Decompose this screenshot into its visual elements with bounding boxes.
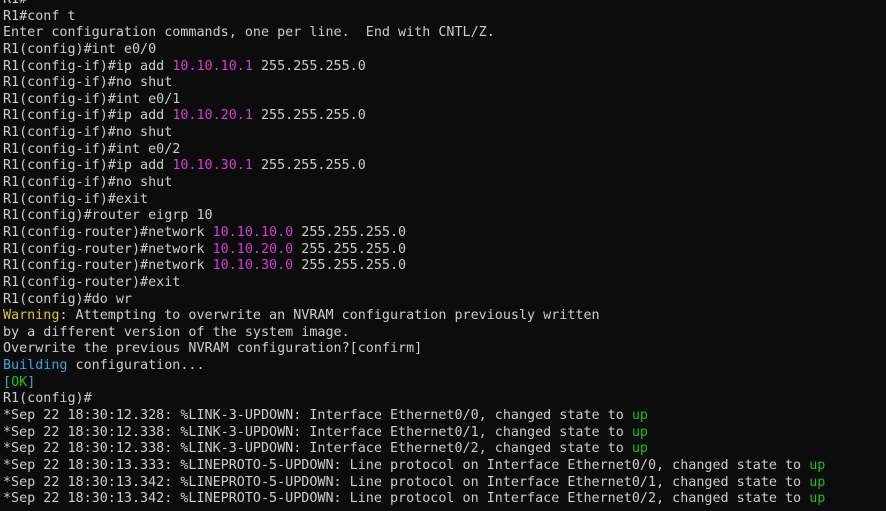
terminal-line: R1(config-if)#ip add 10.10.30.1 255.255.…: [0, 158, 886, 175]
terminal-line: R1(config)#int e0/0: [0, 42, 886, 59]
terminal-text-segment: R1(config-router)#network: [3, 258, 213, 274]
terminal-line: [OK]: [0, 375, 886, 392]
terminal-line: R1(config-router)#network 10.10.20.0 255…: [0, 242, 886, 259]
terminal-text-segment: *Sep 22 18:30:13.333: %LINEPROTO-5-UPDOW…: [3, 457, 810, 473]
terminal-text-segment: *Sep 22 18:30:13.342: %LINEPROTO-5-UPDOW…: [3, 491, 810, 507]
terminal-line: R1(config-if)#no shut: [0, 175, 886, 192]
terminal-text-segment: R1(config-if)#no shut: [3, 75, 173, 91]
terminal-text-segment: 10.10.10.0: [212, 224, 294, 240]
terminal-text-segment: R1(config-if)#exit: [3, 191, 149, 207]
terminal-line: *Sep 22 18:30:13.342: %LINEPROTO-5-UPDOW…: [0, 475, 886, 492]
terminal-text-segment: *Sep 22 18:30:13.342: %LINEPROTO-5-UPDOW…: [3, 474, 810, 490]
terminal-text-segment: *Sep 22 18:30:12.338: %LINK-3-UPDOWN: In…: [3, 441, 632, 457]
terminal-text-segment: R1(config)#do wr: [3, 291, 132, 307]
terminal-text-segment: 10.10.30.0: [212, 258, 294, 274]
terminal-text-segment: R1(config-if)#no shut: [3, 175, 173, 191]
terminal-line: R1#: [0, 0, 886, 9]
terminal-text-segment: 255.255.255.0: [252, 158, 366, 174]
terminal-line: R1(config)#do wr: [0, 292, 886, 309]
terminal-text-segment: R1(config-if)#int e0/1: [3, 91, 181, 107]
terminal-text-segment: 10.10.30.1: [172, 158, 253, 174]
terminal-text-segment: R1(config-if)#no shut: [3, 125, 173, 141]
terminal-text-segment: R1(config-router)#network: [3, 224, 213, 240]
terminal-text-segment: 255.255.255.0: [293, 258, 407, 274]
terminal-line: R1(config-if)#ip add 10.10.20.1 255.255.…: [0, 108, 886, 125]
terminal-text-segment: R1#conf t: [3, 8, 76, 24]
terminal-text-segment: R1(config-if)#ip add: [3, 108, 173, 124]
terminal-text-segment: R1(config-if)#ip add: [3, 58, 173, 74]
terminal-line: R1(config-if)#no shut: [0, 125, 886, 142]
terminal-text-segment: ]: [27, 374, 36, 390]
terminal-line: Enter configuration commands, one per li…: [0, 25, 886, 42]
terminal-line: R1(config-router)#network 10.10.10.0 255…: [0, 225, 886, 242]
terminal-line: Warning: Attempting to overwrite an NVRA…: [0, 308, 886, 325]
terminal-line: *Sep 22 18:30:12.328: %LINK-3-UPDOWN: In…: [0, 408, 886, 425]
terminal-text-segment: 10.10.20.0: [212, 241, 294, 257]
terminal-text-segment: 255.255.255.0: [252, 58, 366, 74]
terminal-text-segment: up: [809, 457, 826, 473]
terminal-line: R1#conf t: [0, 9, 886, 26]
terminal-line: *Sep 22 18:30:13.342: %LINEPROTO-5-UPDOW…: [0, 491, 886, 508]
terminal-line: R1(config-router)#exit: [0, 275, 886, 292]
terminal-text-segment: : Attempting to overwrite an NVRAM confi…: [59, 308, 600, 324]
terminal-line: R1(config-if)#exit: [0, 192, 886, 209]
terminal-line: Overwrite the previous NVRAM configurati…: [0, 341, 886, 358]
terminal-line: *Sep 22 18:30:12.338: %LINK-3-UPDOWN: In…: [0, 425, 886, 442]
terminal-text-segment: R1(config-router)#exit: [3, 274, 181, 290]
terminal-text-segment: R1(config-if)#int e0/2: [3, 141, 181, 157]
terminal-text-segment: R1#: [3, 0, 27, 7]
terminal-text-segment: 10.10.10.1: [172, 58, 253, 74]
terminal-line: R1(config-if)#int e0/1: [0, 92, 886, 109]
terminal-text-segment: Overwrite the previous NVRAM configurati…: [3, 341, 423, 357]
terminal-text-segment: up: [631, 441, 648, 457]
terminal-text-segment: *Sep 22 18:30:12.338: %LINK-3-UPDOWN: In…: [3, 424, 632, 440]
terminal-line: R1(config)#: [0, 391, 886, 408]
terminal-text-segment: R1(config)#router eigrp 10: [3, 208, 213, 224]
terminal-line: R1(config-if)#no shut: [0, 75, 886, 92]
terminal-line: *Sep 22 18:30:12.338: %LINK-3-UPDOWN: In…: [0, 441, 886, 458]
terminal-text-segment: Enter configuration commands, one per li…: [3, 25, 495, 41]
terminal-text-segment: 10.10.20.1: [172, 108, 253, 124]
terminal-window[interactable]: R1#R1#conf tEnter configuration commands…: [0, 0, 886, 511]
terminal-line: R1(config)#router eigrp 10: [0, 208, 886, 225]
terminal-text-segment: R1(config)#int e0/0: [3, 41, 157, 57]
terminal-text-segment: 255.255.255.0: [293, 241, 407, 257]
terminal-text-segment: up: [631, 408, 648, 424]
terminal-text-segment: 255.255.255.0: [252, 108, 366, 124]
terminal-text-segment: [: [3, 374, 12, 390]
terminal-line: *Sep 22 18:30:13.333: %LINEPROTO-5-UPDOW…: [0, 458, 886, 475]
terminal-text-segment: R1(config)#: [3, 391, 92, 407]
terminal-text-segment: by a different version of the system ima…: [3, 324, 350, 340]
terminal-text-segment: R1(config-if)#ip add: [3, 158, 173, 174]
terminal-text-segment: up: [631, 424, 648, 440]
terminal-line: R1(config-router)#network 10.10.30.0 255…: [0, 258, 886, 275]
terminal-line: Building configuration...: [0, 358, 886, 375]
terminal-text-segment: configuration...: [67, 358, 205, 374]
terminal-text-segment: R1(config-router)#network: [3, 241, 213, 257]
terminal-line: by a different version of the system ima…: [0, 325, 886, 342]
terminal-line: R1(config-if)#ip add 10.10.10.1 255.255.…: [0, 59, 886, 76]
terminal-text-segment: Building: [3, 358, 68, 374]
terminal-text-segment: *Sep 22 18:30:12.328: %LINK-3-UPDOWN: In…: [3, 408, 632, 424]
terminal-text-segment: Warning: [3, 308, 60, 324]
terminal-text-segment: up: [809, 491, 826, 507]
terminal-text-segment: up: [809, 474, 826, 490]
terminal-text-segment: OK: [11, 374, 28, 390]
terminal-text-segment: 255.255.255.0: [293, 224, 407, 240]
terminal-output: R1#R1#conf tEnter configuration commands…: [0, 0, 886, 508]
terminal-line: R1(config-if)#int e0/2: [0, 142, 886, 159]
